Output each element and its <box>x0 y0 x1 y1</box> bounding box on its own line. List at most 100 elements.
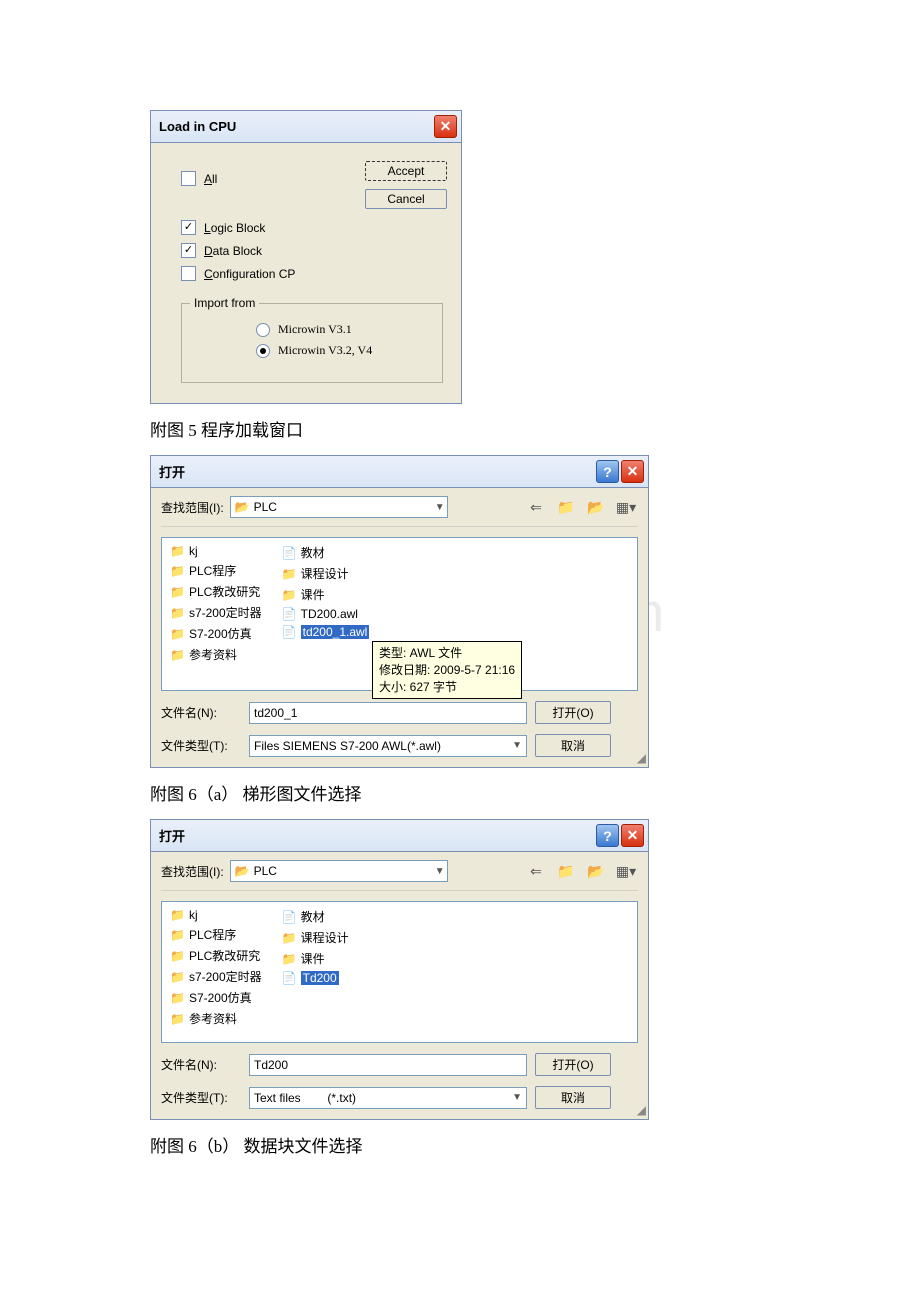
close-icon[interactable]: ✕ <box>621 460 644 483</box>
folder-icon: 📁 <box>170 544 185 558</box>
filename-input[interactable]: td200_1 <box>249 702 527 724</box>
list-item[interactable]: 📁课程设计 <box>282 565 370 582</box>
open-a-titlebar: 打开 ? ✕ <box>151 456 648 488</box>
load-in-cpu-dialog: Load in CPU ✕ Accept Cancel All Logic Bl… <box>150 110 462 404</box>
data-block-checkbox[interactable] <box>181 243 196 258</box>
cancel-button[interactable]: 取消 <box>535 734 611 757</box>
folder-icon: 📁 <box>282 931 297 945</box>
all-checkbox[interactable] <box>181 171 196 186</box>
open-dialog-b: 打开 ? ✕ 查找范围(I): 📂PLC ▼ ⇐ 📁 📂 ▦▾ <box>150 819 649 1120</box>
look-in-combo[interactable]: 📂PLC ▼ <box>230 496 448 518</box>
chevron-down-icon: ▼ <box>435 866 445 877</box>
list-item[interactable]: 📄TD200.awl <box>282 607 370 621</box>
filetype-combo[interactable]: Files SIEMENS S7-200 AWL(*.awl)▼ <box>249 735 527 757</box>
filetype-label: 文件类型(T): <box>161 737 241 754</box>
file-tooltip: 类型: AWL 文件 修改日期: 2009-5-7 21:16 大小: 627 … <box>372 641 522 699</box>
open-button[interactable]: 打开(O) <box>535 701 611 724</box>
config-cp-checkbox-row[interactable]: Configuration CP <box>181 266 443 281</box>
cancel-button[interactable]: 取消 <box>535 1086 611 1109</box>
accept-button[interactable]: Accept <box>365 161 447 181</box>
list-item[interactable]: 📁PLC程序 <box>170 562 262 579</box>
list-item[interactable]: 📁参考资料 <box>170 1010 262 1027</box>
list-item[interactable]: 📁课件 <box>282 586 370 603</box>
microwin-v31-radio[interactable] <box>256 323 270 337</box>
config-cp-label: Configuration CP <box>204 267 295 281</box>
logic-block-checkbox[interactable] <box>181 220 196 235</box>
list-item[interactable]: 📁kj <box>170 908 262 922</box>
list-item[interactable]: 📄教材 <box>282 908 349 925</box>
document-icon: 📄 <box>282 546 297 560</box>
microwin-v32-row[interactable]: Microwin V3.2, V4 <box>256 343 428 358</box>
folder-icon: 📁 <box>170 648 185 662</box>
logic-block-checkbox-row[interactable]: Logic Block <box>181 220 443 235</box>
list-item[interactable]: 📄Td200 <box>282 971 349 985</box>
logic-block-label: Logic Block <box>204 221 265 235</box>
filetype-combo[interactable]: Text files (*.txt)▼ <box>249 1087 527 1109</box>
close-icon[interactable]: ✕ <box>434 115 457 138</box>
import-from-legend: Import from <box>190 296 259 310</box>
list-item[interactable]: 📁S7-200仿真 <box>170 989 262 1006</box>
up-folder-icon[interactable]: 📁 <box>554 860 578 882</box>
file-col-2: 📄教材 📁课程设计 📁课件 📄TD200.awl 📄td200_1.awl <box>282 544 370 684</box>
file-list[interactable]: 📁kj 📁PLC程序 📁PLC教改研究 📁s7-200定时器 📁S7-200仿真… <box>161 901 638 1043</box>
filename-label: 文件名(N): <box>161 1056 241 1073</box>
list-item[interactable]: 📁kj <box>170 544 262 558</box>
folder-icon: 📁 <box>170 585 185 599</box>
file-list[interactable]: 📁kj 📁PLC程序 📁PLC教改研究 📁s7-200定时器 📁S7-200仿真… <box>161 537 638 691</box>
caption-fig6b: 附图 6（b） 数据块文件选择 <box>150 1132 770 1157</box>
open-a-title: 打开 <box>159 462 185 481</box>
new-folder-icon[interactable]: 📂 <box>584 496 608 518</box>
list-item[interactable]: 📁s7-200定时器 <box>170 968 262 985</box>
list-item[interactable]: 📄教材 <box>282 544 370 561</box>
resize-grip-icon[interactable]: ◢ <box>637 751 646 765</box>
document-icon: 📄 <box>282 607 297 621</box>
back-icon[interactable]: ⇐ <box>524 860 548 882</box>
view-menu-icon[interactable]: ▦▾ <box>614 496 638 518</box>
list-item[interactable]: 📁参考资料 <box>170 646 262 663</box>
help-icon[interactable]: ? <box>596 824 619 847</box>
text-file-icon: 📄 <box>282 971 297 985</box>
document-icon: 📄 <box>282 625 297 639</box>
list-item[interactable]: 📁S7-200仿真 <box>170 625 262 642</box>
filename-input[interactable]: Td200 <box>249 1054 527 1076</box>
document-icon: 📄 <box>282 910 297 924</box>
microwin-v32-radio[interactable] <box>256 344 270 358</box>
help-icon[interactable]: ? <box>596 460 619 483</box>
look-in-combo[interactable]: 📂PLC ▼ <box>230 860 448 882</box>
file-col-1: 📁kj 📁PLC程序 📁PLC教改研究 📁s7-200定时器 📁S7-200仿真… <box>170 908 262 1036</box>
load-title: Load in CPU <box>159 119 236 134</box>
open-button[interactable]: 打开(O) <box>535 1053 611 1076</box>
folder-icon: 📁 <box>170 991 185 1005</box>
file-col-1: 📁kj 📁PLC程序 📁PLC教改研究 📁s7-200定时器 📁S7-200仿真… <box>170 544 262 684</box>
list-item[interactable]: 📁课件 <box>282 950 349 967</box>
new-folder-icon[interactable]: 📂 <box>584 860 608 882</box>
folder-icon: 📁 <box>282 567 297 581</box>
chevron-down-icon: ▼ <box>435 502 445 513</box>
folder-icon: 📁 <box>170 564 185 578</box>
list-item[interactable]: 📄td200_1.awl <box>282 625 370 639</box>
back-icon[interactable]: ⇐ <box>524 496 548 518</box>
look-in-label: 查找范围(I): <box>161 863 224 880</box>
list-item[interactable]: 📁PLC教改研究 <box>170 947 262 964</box>
list-item[interactable]: 📁s7-200定时器 <box>170 604 262 621</box>
up-folder-icon[interactable]: 📁 <box>554 496 578 518</box>
import-from-fieldset: Import from Microwin V3.1 Microwin V3.2,… <box>181 303 443 383</box>
folder-icon: 📁 <box>170 928 185 942</box>
folder-icon: 📁 <box>170 970 185 984</box>
list-item[interactable]: 📁PLC教改研究 <box>170 583 262 600</box>
file-col-2: 📄教材 📁课程设计 📁课件 📄Td200 <box>282 908 349 1036</box>
list-item[interactable]: 📁PLC程序 <box>170 926 262 943</box>
config-cp-checkbox[interactable] <box>181 266 196 281</box>
microwin-v31-row[interactable]: Microwin V3.1 <box>256 322 428 337</box>
resize-grip-icon[interactable]: ◢ <box>637 1103 646 1117</box>
cancel-button[interactable]: Cancel <box>365 189 447 209</box>
open-b-title: 打开 <box>159 826 185 845</box>
close-icon[interactable]: ✕ <box>621 824 644 847</box>
data-block-checkbox-row[interactable]: Data Block <box>181 243 443 258</box>
look-in-label: 查找范围(I): <box>161 499 224 516</box>
folder-icon: 📂 <box>235 864 250 878</box>
view-menu-icon[interactable]: ▦▾ <box>614 860 638 882</box>
list-item[interactable]: 📁课程设计 <box>282 929 349 946</box>
chevron-down-icon: ▼ <box>512 1092 522 1103</box>
microwin-v31-label: Microwin V3.1 <box>278 322 352 337</box>
